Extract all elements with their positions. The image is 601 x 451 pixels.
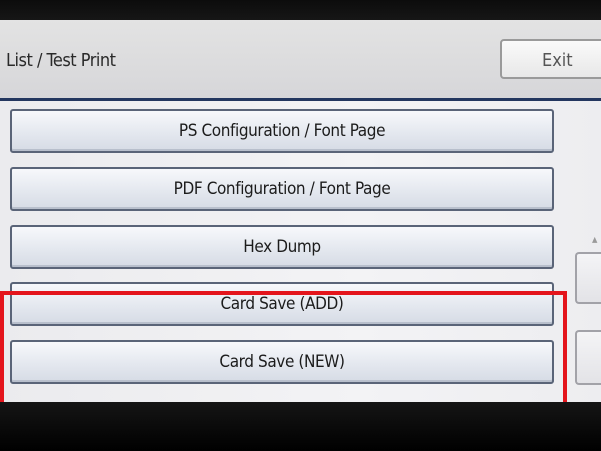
menu-item-label: PS Configuration / Font Page xyxy=(178,121,386,141)
exit-button-label: Exit xyxy=(542,50,573,71)
card-save-new-button[interactable]: Card Save (NEW) xyxy=(10,340,554,384)
screen-bezel-bottom xyxy=(0,402,601,451)
hex-dump-button[interactable]: Hex Dump xyxy=(10,225,554,269)
menu-item-label: Hex Dump xyxy=(243,237,321,257)
menu-item-label: Card Save (ADD) xyxy=(220,294,344,314)
side-arrow-icon: ▴ xyxy=(592,232,598,246)
ps-configuration-font-page-button[interactable]: PS Configuration / Font Page xyxy=(10,109,554,153)
menu-item-label: PDF Configuration / Font Page xyxy=(173,179,391,199)
device-photo: List / Test Print Exit PS Configuration … xyxy=(0,0,601,451)
card-save-add-button[interactable]: Card Save (ADD) xyxy=(10,282,554,326)
header-bar: List / Test Print Exit xyxy=(0,20,601,101)
page-title: List / Test Print xyxy=(6,50,116,71)
side-scroll-button-down[interactable] xyxy=(575,330,601,385)
side-scroll-button-up[interactable] xyxy=(575,252,601,304)
exit-button[interactable]: Exit xyxy=(500,39,601,79)
touch-screen: List / Test Print Exit PS Configuration … xyxy=(0,20,601,410)
menu-item-label: Card Save (NEW) xyxy=(219,352,345,372)
screen-bezel-top xyxy=(0,0,601,20)
pdf-configuration-font-page-button[interactable]: PDF Configuration / Font Page xyxy=(10,167,554,211)
